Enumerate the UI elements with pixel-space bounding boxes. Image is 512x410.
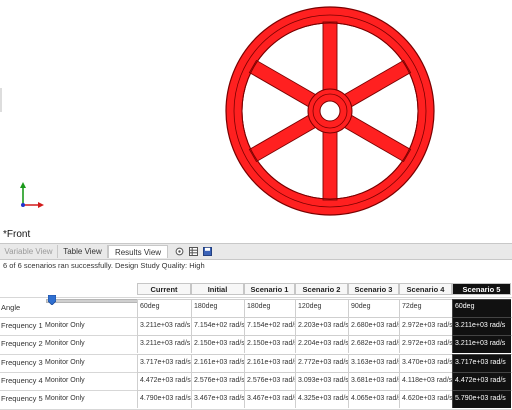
result-value-cell[interactable]: 2.680e+03 rad/s — [348, 317, 399, 335]
result-value-cell[interactable]: 4.472e+03 rad/s — [452, 372, 511, 390]
frequency-row-label: Frequency 4 — [1, 376, 43, 385]
result-value-cell[interactable]: 3.681e+03 rad/s — [348, 372, 399, 390]
result-value-cell[interactable]: 3.211e+03 rad/s — [452, 317, 511, 335]
result-value-cell[interactable]: 2.576e+03 rad/s — [191, 372, 244, 390]
wheel-model[interactable] — [0, 0, 512, 232]
result-value-cell[interactable]: 4.325e+03 rad/s — [295, 390, 348, 408]
angle-value-cell[interactable]: 180deg — [244, 299, 295, 317]
table-icon[interactable] — [189, 247, 198, 256]
view-orientation-label: *Front — [3, 229, 31, 240]
angle-value-cell[interactable]: 180deg — [191, 299, 244, 317]
angle-value-cell[interactable]: 120deg — [295, 299, 348, 317]
angle-label: Angle — [1, 303, 21, 312]
angle-value-cell[interactable]: 60deg — [137, 299, 191, 317]
tab-results-view[interactable]: Results View — [108, 245, 168, 258]
result-value-cell[interactable]: 3.717e+03 rad/s — [452, 354, 511, 372]
result-value-cell[interactable]: 2.204e+03 rad/s — [295, 335, 348, 353]
result-value-cell[interactable]: 2.203e+03 rad/s — [295, 317, 348, 335]
angle-slider[interactable] — [46, 295, 138, 305]
result-value-cell[interactable]: 3.467e+03 rad/s — [244, 390, 295, 408]
angle-value-cell[interactable]: 72deg — [399, 299, 452, 317]
frequency-row-label: Frequency 2 — [1, 339, 43, 348]
angle-value-cell[interactable]: 90deg — [348, 299, 399, 317]
result-value-cell[interactable]: 3.163e+03 rad/s — [348, 354, 399, 372]
column-header-scenario-3[interactable]: Scenario 3 — [348, 283, 399, 295]
result-value-cell[interactable]: 3.211e+03 rad/s — [137, 317, 191, 335]
result-value-cell[interactable]: 2.576e+03 rad/s — [244, 372, 295, 390]
graphics-viewport[interactable] — [0, 0, 512, 232]
monitor-mode-select[interactable]: Monitor Only — [45, 338, 85, 349]
result-value-cell[interactable]: 2.972e+03 rad/s — [399, 317, 452, 335]
column-header-scenario-2[interactable]: Scenario 2 — [295, 283, 348, 295]
tab-variable-view[interactable]: Variable View — [0, 245, 58, 258]
result-value-cell[interactable]: 4.472e+03 rad/s — [137, 372, 191, 390]
monitor-mode-select[interactable]: Monitor Only — [45, 393, 85, 404]
monitor-mode-select[interactable]: Monitor Only — [45, 320, 85, 331]
column-header-current[interactable]: Current — [137, 283, 191, 295]
frequency-row-label: Frequency 1 — [1, 321, 43, 330]
result-value-cell[interactable]: 2.161e+03 rad/s — [244, 354, 295, 372]
monitor-mode-select[interactable]: Monitor Only — [45, 357, 85, 368]
angle-value-cell[interactable]: 60deg — [452, 299, 511, 317]
frequency-row-label: Frequency 5 — [1, 394, 43, 403]
result-value-cell[interactable]: 3.470e+03 rad/s — [399, 354, 452, 372]
result-value-cell[interactable]: 4.118e+03 rad/s — [399, 372, 452, 390]
tab-table-view[interactable]: Table View — [58, 245, 108, 258]
design-study-tabbar: Variable View Table View Results View — [0, 243, 512, 260]
result-value-cell[interactable]: 3.211e+03 rad/s — [137, 335, 191, 353]
result-value-cell[interactable]: 3.093e+03 rad/s — [295, 372, 348, 390]
column-header-initial[interactable]: Initial — [191, 283, 244, 295]
result-value-cell[interactable]: 3.717e+03 rad/s — [137, 354, 191, 372]
result-value-cell[interactable]: 2.772e+03 rad/s — [295, 354, 348, 372]
result-value-cell[interactable]: 3.211e+03 rad/s — [452, 335, 511, 353]
result-value-cell[interactable]: 2.161e+03 rad/s — [191, 354, 244, 372]
result-value-cell[interactable]: 3.467e+03 rad/s — [191, 390, 244, 408]
column-header-scenario-1[interactable]: Scenario 1 — [244, 283, 295, 295]
save-icon[interactable] — [203, 247, 212, 256]
frequency-row-label: Frequency 3 — [1, 358, 43, 367]
result-value-cell[interactable]: 4.790e+03 rad/s — [137, 390, 191, 408]
slider-thumb-icon[interactable] — [48, 295, 56, 305]
result-value-cell[interactable]: 4.620e+03 rad/s — [399, 390, 452, 408]
result-value-cell[interactable]: 2.972e+03 rad/s — [399, 335, 452, 353]
result-value-cell[interactable]: 2.150e+03 rad/s — [244, 335, 295, 353]
result-value-cell[interactable]: 7.154e+02 rad/s — [191, 317, 244, 335]
column-header-scenario-5[interactable]: Scenario 5 — [452, 283, 511, 295]
result-value-cell[interactable]: 4.065e+03 rad/s — [348, 390, 399, 408]
settings-icon[interactable] — [175, 247, 184, 256]
result-value-cell[interactable]: 7.154e+02 rad/s — [244, 317, 295, 335]
result-value-cell[interactable]: 5.790e+03 rad/s — [452, 390, 511, 408]
axis-triad-icon — [20, 182, 44, 208]
result-value-cell[interactable]: 2.682e+03 rad/s — [348, 335, 399, 353]
monitor-mode-select[interactable]: Monitor Only — [45, 375, 85, 386]
result-value-cell[interactable]: 2.150e+03 rad/s — [191, 335, 244, 353]
column-header-scenario-4[interactable]: Scenario 4 — [399, 283, 452, 295]
run-status-text: 6 of 6 scenarios ran successfully. Desig… — [3, 261, 205, 270]
